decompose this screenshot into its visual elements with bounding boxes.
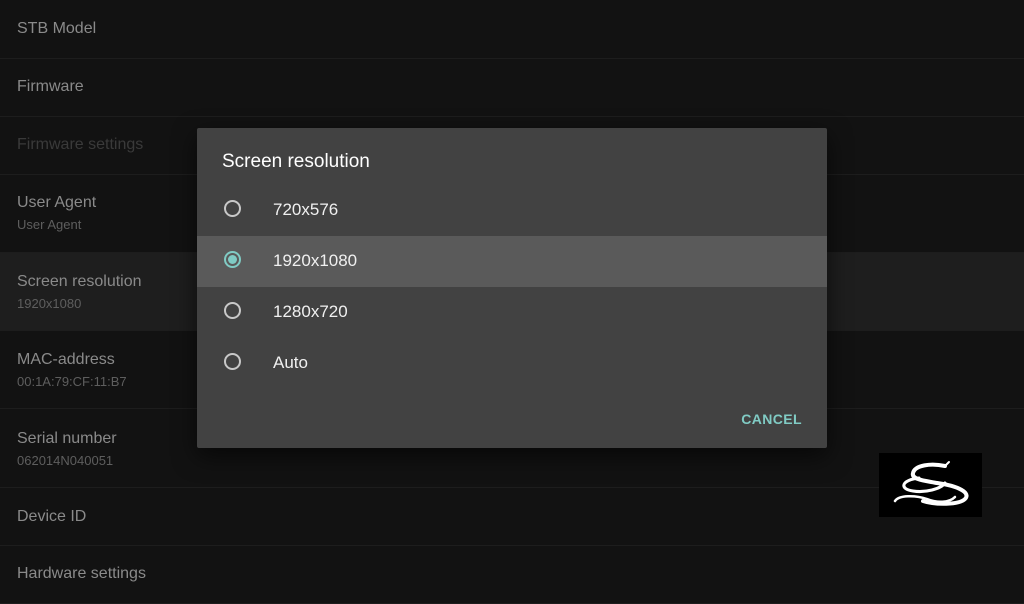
radio-checked-icon[interactable] — [224, 251, 241, 268]
radio-dot — [228, 255, 237, 264]
cancel-button[interactable]: CANCEL — [741, 411, 802, 427]
dialog-title: Screen resolution — [222, 151, 370, 172]
option-label: 720x576 — [273, 200, 339, 219]
logo-graphic — [893, 461, 969, 506]
option-1280x720[interactable]: 1280x720 — [197, 287, 827, 338]
option-auto[interactable]: Auto — [197, 338, 827, 389]
option-720x576[interactable]: 720x576 — [197, 185, 827, 236]
option-label: Auto — [273, 353, 308, 372]
radio-unchecked-icon[interactable] — [224, 200, 241, 217]
stylized-s-logo-icon — [879, 453, 982, 517]
option-label: 1280x720 — [273, 302, 348, 321]
option-label: 1920x1080 — [273, 251, 358, 270]
screen-resolution-dialog: Screen resolution 720x576 1920x1080 1280… — [197, 128, 827, 448]
option-1920x1080[interactable]: 1920x1080 — [197, 236, 827, 287]
radio-unchecked-icon[interactable] — [224, 353, 241, 370]
radio-unchecked-icon[interactable] — [224, 302, 241, 319]
